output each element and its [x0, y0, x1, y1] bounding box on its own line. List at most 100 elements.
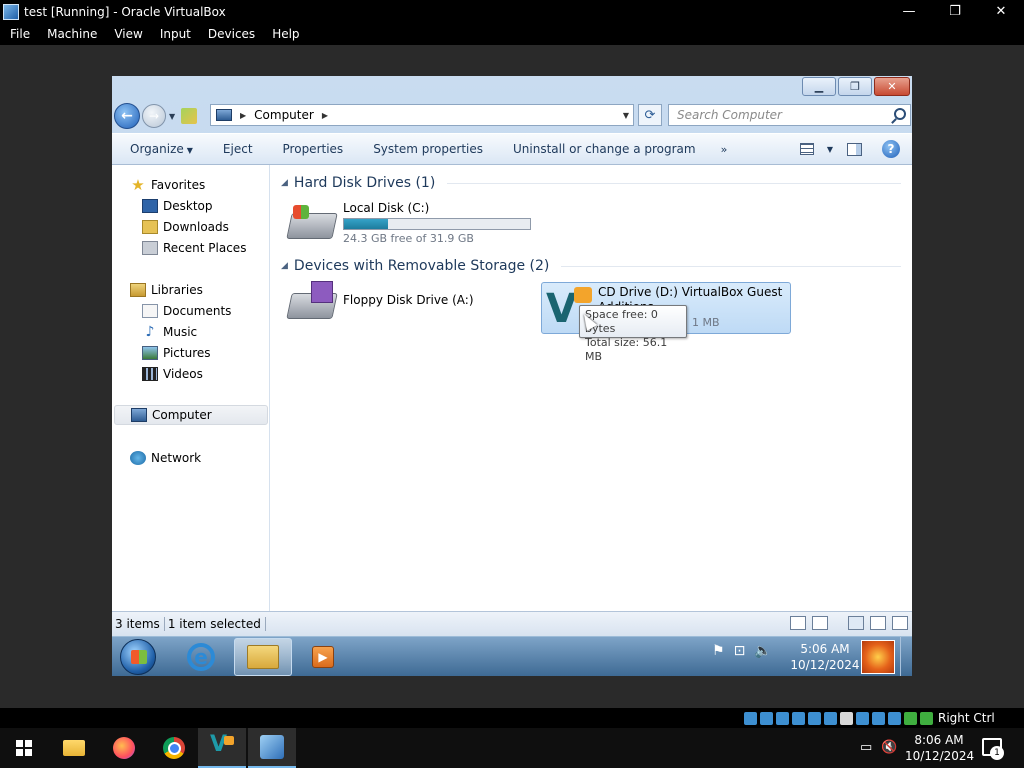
optical-drive-status-icon[interactable]	[760, 711, 773, 725]
taskbar-windows-explorer[interactable]	[234, 638, 292, 676]
menu-input[interactable]: Input	[150, 27, 198, 41]
breadcrumb-arrow-icon[interactable]: ▶	[322, 111, 328, 120]
host-firefox-button[interactable]	[100, 728, 148, 768]
up-folder-icon[interactable]	[181, 108, 198, 124]
nav-pictures[interactable]: Pictures	[142, 343, 211, 363]
host-chrome-button[interactable]	[150, 728, 198, 768]
details-view-icon[interactable]	[790, 616, 806, 630]
mouse-integration-status-icon[interactable]	[904, 711, 917, 725]
network-status-icon[interactable]	[808, 711, 821, 725]
search-input[interactable]: Search Computer	[668, 104, 911, 126]
menu-view[interactable]: View	[104, 27, 149, 41]
nav-videos[interactable]: Videos	[142, 364, 203, 384]
host-file-explorer-button[interactable]	[50, 728, 98, 768]
guest-clock[interactable]: 5:06 AM 10/12/2024	[790, 641, 860, 673]
host-time: 8:06 AM	[914, 733, 964, 747]
help-icon[interactable]: ?	[882, 140, 900, 158]
uninstall-program-button[interactable]: Uninstall or change a program	[498, 142, 711, 156]
menu-machine[interactable]: Machine	[37, 27, 104, 41]
volume-muted-icon[interactable]: 🔇	[881, 740, 897, 755]
nav-music-label: Music	[163, 325, 198, 339]
floppy-status-icon[interactable]	[776, 711, 789, 725]
explorer-minimize-button[interactable]: ▁	[802, 77, 836, 96]
address-dropdown-icon[interactable]: ▼	[623, 111, 629, 120]
menu-help[interactable]: Help	[262, 27, 306, 41]
display-status-icon[interactable]	[856, 711, 869, 725]
network-tray-icon[interactable]: ⊡	[734, 643, 746, 659]
taskbar-media-player[interactable]: ▶	[294, 638, 352, 676]
change-view-icon[interactable]	[799, 143, 814, 155]
virtualbox-app-icon	[3, 3, 19, 20]
keyboard-status-icon[interactable]	[920, 711, 933, 725]
host-virtualbox-button[interactable]: V	[198, 728, 246, 768]
computer-icon	[216, 109, 232, 121]
forward-button[interactable]: →	[142, 104, 166, 128]
show-desktop-button[interactable]	[900, 637, 912, 676]
host-close-button[interactable]: ✕	[978, 0, 1024, 23]
audio-status-icon[interactable]	[792, 711, 805, 725]
details-pane-icon[interactable]	[892, 616, 908, 630]
collapse-caret-icon[interactable]: ◢	[281, 261, 288, 271]
search-icon[interactable]	[894, 108, 906, 120]
taskbar-internet-explorer[interactable]: e	[172, 638, 230, 676]
nav-recent-places[interactable]: Recent Places	[142, 238, 246, 258]
navigation-row: ← → ▼ ▶ Computer ▶ ▼ ⟳ Search Computer	[112, 101, 912, 131]
breadcrumb-computer[interactable]: Computer	[254, 108, 314, 122]
vm-window-icon	[260, 735, 284, 759]
address-bar[interactable]: ▶ Computer ▶ ▼	[210, 104, 634, 126]
explorer-close-button[interactable]: ✕	[874, 77, 910, 96]
preview-layout-icon[interactable]	[870, 616, 886, 630]
menu-devices[interactable]: Devices	[198, 27, 262, 41]
group-header-removable-storage[interactable]: ◢ Devices with Removable Storage (2)	[281, 258, 901, 274]
usb-status-icon[interactable]	[824, 711, 837, 725]
host-date: 10/12/2024	[905, 749, 975, 763]
drive-local-disk-c[interactable]: Local Disk (C:) 24.3 GB free of 31.9 GB	[286, 201, 531, 245]
recording-status-icon[interactable]	[872, 711, 885, 725]
group-header-hard-disk-drives[interactable]: ◢ Hard Disk Drives (1)	[281, 175, 901, 191]
volume-icon[interactable]: 🔈	[754, 643, 771, 659]
nav-computer[interactable]: Computer	[114, 405, 268, 425]
guest-screen[interactable]: ▁ ❐ ✕ ← → ▼ ▶ Computer ▶ ▼ ⟳ Search Comp…	[112, 76, 912, 676]
nav-documents[interactable]: Documents	[142, 301, 231, 321]
host-minimize-button[interactable]: —	[886, 0, 932, 23]
action-center-flag-icon[interactable]: ⚑	[712, 643, 725, 659]
drive-floppy-a[interactable]: Floppy Disk Drive (A:)	[286, 281, 474, 323]
system-properties-button[interactable]: System properties	[358, 142, 498, 156]
properties-button[interactable]: Properties	[268, 142, 359, 156]
start-button[interactable]	[120, 639, 156, 675]
large-icons-view-icon[interactable]	[812, 616, 828, 630]
nav-desktop[interactable]: Desktop	[142, 196, 213, 216]
nav-music[interactable]: ♪ Music	[142, 322, 198, 342]
layout-view-icon[interactable]	[848, 616, 864, 630]
host-start-button[interactable]	[0, 728, 48, 768]
back-button[interactable]: ←	[114, 103, 140, 129]
eject-button[interactable]: Eject	[208, 142, 268, 156]
host-key-label: Right Ctrl	[938, 711, 995, 725]
nav-libraries[interactable]: Libraries	[130, 280, 203, 300]
virtualization-status-icon[interactable]	[888, 711, 901, 725]
host-clock[interactable]: 8:06 AM 10/12/2024	[905, 732, 975, 764]
network-tray-icon[interactable]: ▭	[860, 740, 872, 755]
nav-favorites[interactable]: ★ Favorites	[130, 175, 205, 195]
nav-videos-label: Videos	[163, 367, 203, 381]
preview-pane-icon[interactable]	[847, 142, 862, 156]
downloads-icon	[142, 220, 158, 234]
nav-network[interactable]: Network	[130, 448, 201, 468]
view-dropdown-icon[interactable]: ▼	[827, 145, 833, 154]
shared-folders-status-icon[interactable]	[840, 711, 853, 725]
nav-documents-label: Documents	[163, 304, 232, 318]
organize-button[interactable]: Organize ▼	[112, 142, 208, 156]
explorer-restore-button[interactable]: ❐	[838, 77, 872, 96]
menu-file[interactable]: File	[0, 27, 37, 41]
recent-pages-dropdown-icon[interactable]: ▼	[169, 112, 175, 121]
refresh-button[interactable]: ⟳	[638, 104, 662, 126]
guest-system-tray: ⚑ ⊡ 🔈	[712, 643, 781, 659]
nav-downloads[interactable]: Downloads	[142, 217, 229, 237]
breadcrumb-arrow-icon[interactable]: ▶	[240, 111, 246, 120]
videos-icon	[142, 367, 158, 381]
host-running-vm-button[interactable]	[248, 728, 296, 768]
hard-disk-status-icon[interactable]	[744, 711, 757, 725]
more-commands-button[interactable]: »	[711, 143, 738, 156]
host-maximize-button[interactable]: ❐	[932, 0, 978, 23]
collapse-caret-icon[interactable]: ◢	[281, 178, 288, 188]
